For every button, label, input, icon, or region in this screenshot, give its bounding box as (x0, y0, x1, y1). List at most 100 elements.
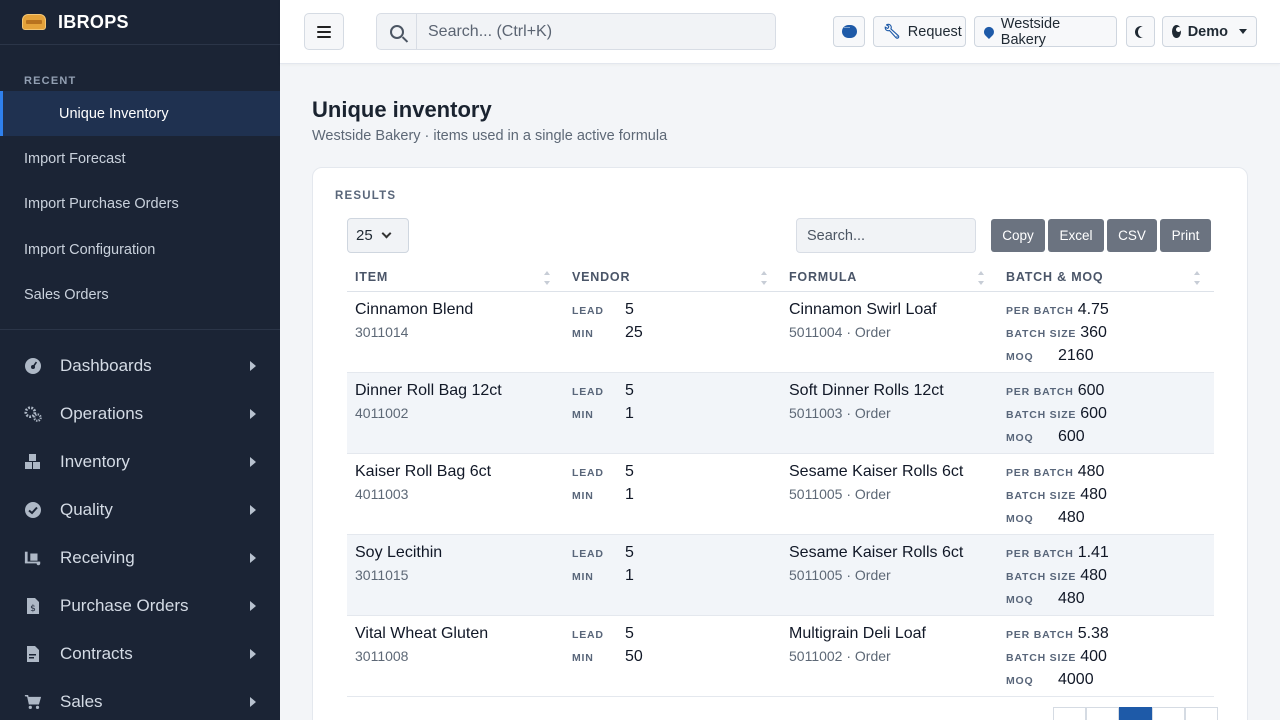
formula-code: 5011003 · Order (789, 405, 891, 421)
table-row[interactable]: Vital Wheat Gluten 3011008 LEAD 5 MIN 50 M… (347, 616, 1214, 697)
user-menu-button[interactable]: Demo (1162, 16, 1257, 47)
sidebar-item-sales[interactable]: Sales (0, 678, 280, 720)
caret-right-icon (250, 649, 256, 659)
lead-value: 5 (625, 544, 634, 561)
table-row[interactable]: Cinnamon Blend 3011014 LEAD 5 MIN 25 Cinna… (347, 292, 1214, 373)
formula-cell: Cinnamon Swirl Loaf 5011004 · Order (781, 292, 998, 372)
brand[interactable]: IBROPS (0, 0, 280, 44)
lead-value: 5 (625, 625, 634, 642)
page-title: Unique inventory (312, 97, 492, 122)
pagination-first-button[interactable] (1053, 707, 1086, 720)
recent-item-import-configuration[interactable]: Import Configuration (0, 227, 280, 273)
pagination-prev-button[interactable] (1086, 707, 1119, 720)
recent-item-import-purchase-orders[interactable]: Import Purchase Orders (0, 182, 280, 228)
formula-cell: Soft Dinner Rolls 12ct 5011003 · Order (781, 373, 998, 453)
item-name: Cinnamon Blend (355, 301, 474, 318)
pagination-next-button[interactable] (1152, 707, 1185, 720)
per-batch-label: PER BATCH (1006, 548, 1074, 560)
sidebar-item-label: Purchase Orders (60, 596, 189, 615)
check-circle-icon (24, 501, 42, 519)
lead-label: LEAD (572, 548, 604, 560)
caret-right-icon (250, 553, 256, 563)
table-row[interactable]: Soy Lecithin 3011015 LEAD 5 MIN 1 Sesame K… (347, 535, 1214, 616)
sidebar-item-inventory[interactable]: Inventory (0, 438, 280, 486)
caret-right-icon (250, 457, 256, 467)
moq-label: MOQ (1006, 594, 1034, 606)
sidebar-toggle-button[interactable] (304, 13, 344, 50)
request-button[interactable]: 🔧︎ Request (873, 16, 966, 47)
batch-moq-cell: PER BATCH 5.38 BATCH SIZE 400 MOQ 4000 (998, 616, 1214, 696)
recent-item-sales-orders[interactable]: Sales Orders (0, 273, 280, 319)
vendor-cell: LEAD 5 MIN 1 (564, 535, 781, 615)
column-header-batch-moq[interactable]: BATCH & MOQ (998, 263, 1214, 291)
location-button[interactable]: Westside Bakery (974, 16, 1117, 48)
table-search-input[interactable] (807, 227, 975, 244)
recent-item-import-forecast[interactable]: Import Forecast (0, 136, 280, 182)
pagination-last-button[interactable] (1185, 707, 1218, 720)
formula-name: Sesame Kaiser Rolls 6ct (789, 544, 964, 561)
table-row[interactable]: Dinner Roll Bag 12ct 4011002 LEAD 5 MIN 1 … (347, 373, 1214, 454)
batch-size-label: BATCH SIZE (1006, 409, 1077, 421)
per-batch-value: 600 (1077, 382, 1105, 399)
page-size-select[interactable]: 25 (347, 218, 409, 253)
hamburger-icon (317, 25, 331, 38)
item-code: 3011014 (355, 324, 409, 340)
column-header-vendor[interactable]: VENDOR (564, 263, 781, 291)
recent-item-unique-inventory[interactable]: Unique Inventory (0, 91, 280, 136)
min-value: 1 (625, 567, 634, 584)
copy-button[interactable]: Copy (991, 219, 1045, 252)
moq-value: 600 (1058, 428, 1085, 445)
print-button[interactable]: Print (1160, 219, 1211, 252)
theme-toggle-button[interactable] (1126, 16, 1155, 47)
sidebar-item-quality[interactable]: Quality (0, 486, 280, 534)
batch-size-label: BATCH SIZE (1006, 490, 1077, 502)
moq-value: 4000 (1058, 671, 1094, 688)
batch-moq-cell: PER BATCH 1.41 BATCH SIZE 480 MOQ 480 (998, 535, 1214, 615)
caret-right-icon (250, 361, 256, 371)
column-header-label: BATCH & MOQ (1006, 270, 1104, 284)
item-name: Kaiser Roll Bag 6ct (355, 463, 492, 480)
caret-down-icon (1239, 29, 1247, 34)
sidebar-item-operations[interactable]: Operations (0, 390, 280, 438)
csv-button[interactable]: CSV (1107, 219, 1157, 252)
moq-label: MOQ (1006, 675, 1034, 687)
truck-loading-icon (24, 549, 42, 567)
sidebar-item-receiving[interactable]: Receiving (0, 534, 280, 582)
table-row[interactable]: Kaiser Roll Bag 6ct 4011003 LEAD 5 MIN 1 S… (347, 454, 1214, 535)
column-header-formula[interactable]: FORMULA (781, 263, 998, 291)
excel-button[interactable]: Excel (1048, 219, 1104, 252)
pagination-page-button[interactable] (1119, 707, 1152, 720)
global-search-input[interactable] (417, 14, 775, 49)
recent-item-label: Import Forecast (24, 150, 126, 167)
wrench-icon: 🔧︎ (883, 23, 901, 39)
recent-item-label: Unique Inventory (59, 105, 169, 122)
batch-size-value: 480 (1080, 486, 1107, 503)
boxes-icon (24, 453, 42, 471)
batch-size-label: BATCH SIZE (1006, 328, 1077, 340)
chat-button[interactable] (833, 16, 865, 47)
caret-right-icon (250, 601, 256, 611)
export-buttons: Copy Excel CSV Print (991, 219, 1211, 252)
lead-value: 5 (625, 463, 634, 480)
sidebar-item-contracts[interactable]: Contracts (0, 630, 280, 678)
sort-icon (544, 271, 550, 285)
formula-cell: Sesame Kaiser Rolls 6ct 5011005 · Order (781, 535, 998, 615)
formula-code: 5011005 · Order (789, 567, 891, 583)
sidebar-item-label: Operations (60, 404, 144, 423)
column-header-item[interactable]: ITEM (347, 263, 564, 291)
formula-name: Soft Dinner Rolls 12ct (789, 382, 944, 399)
sort-icon (1194, 271, 1200, 285)
table-search (796, 218, 976, 253)
item-code: 4011003 (355, 486, 409, 502)
sidebar-item-label: Inventory (60, 452, 130, 471)
caret-right-icon (250, 505, 256, 515)
item-cell: Soy Lecithin 3011015 (347, 535, 564, 615)
column-header-label: ITEM (355, 270, 389, 284)
batch-size-label: BATCH SIZE (1006, 571, 1077, 583)
moq-value: 480 (1058, 590, 1085, 607)
moq-value: 480 (1058, 509, 1085, 526)
sidebar-item-dashboards[interactable]: Dashboards (0, 342, 280, 390)
search-icon (377, 14, 417, 49)
pagination (1053, 707, 1218, 720)
sidebar-item-purchase-orders[interactable]: $ Purchase Orders (0, 582, 280, 630)
